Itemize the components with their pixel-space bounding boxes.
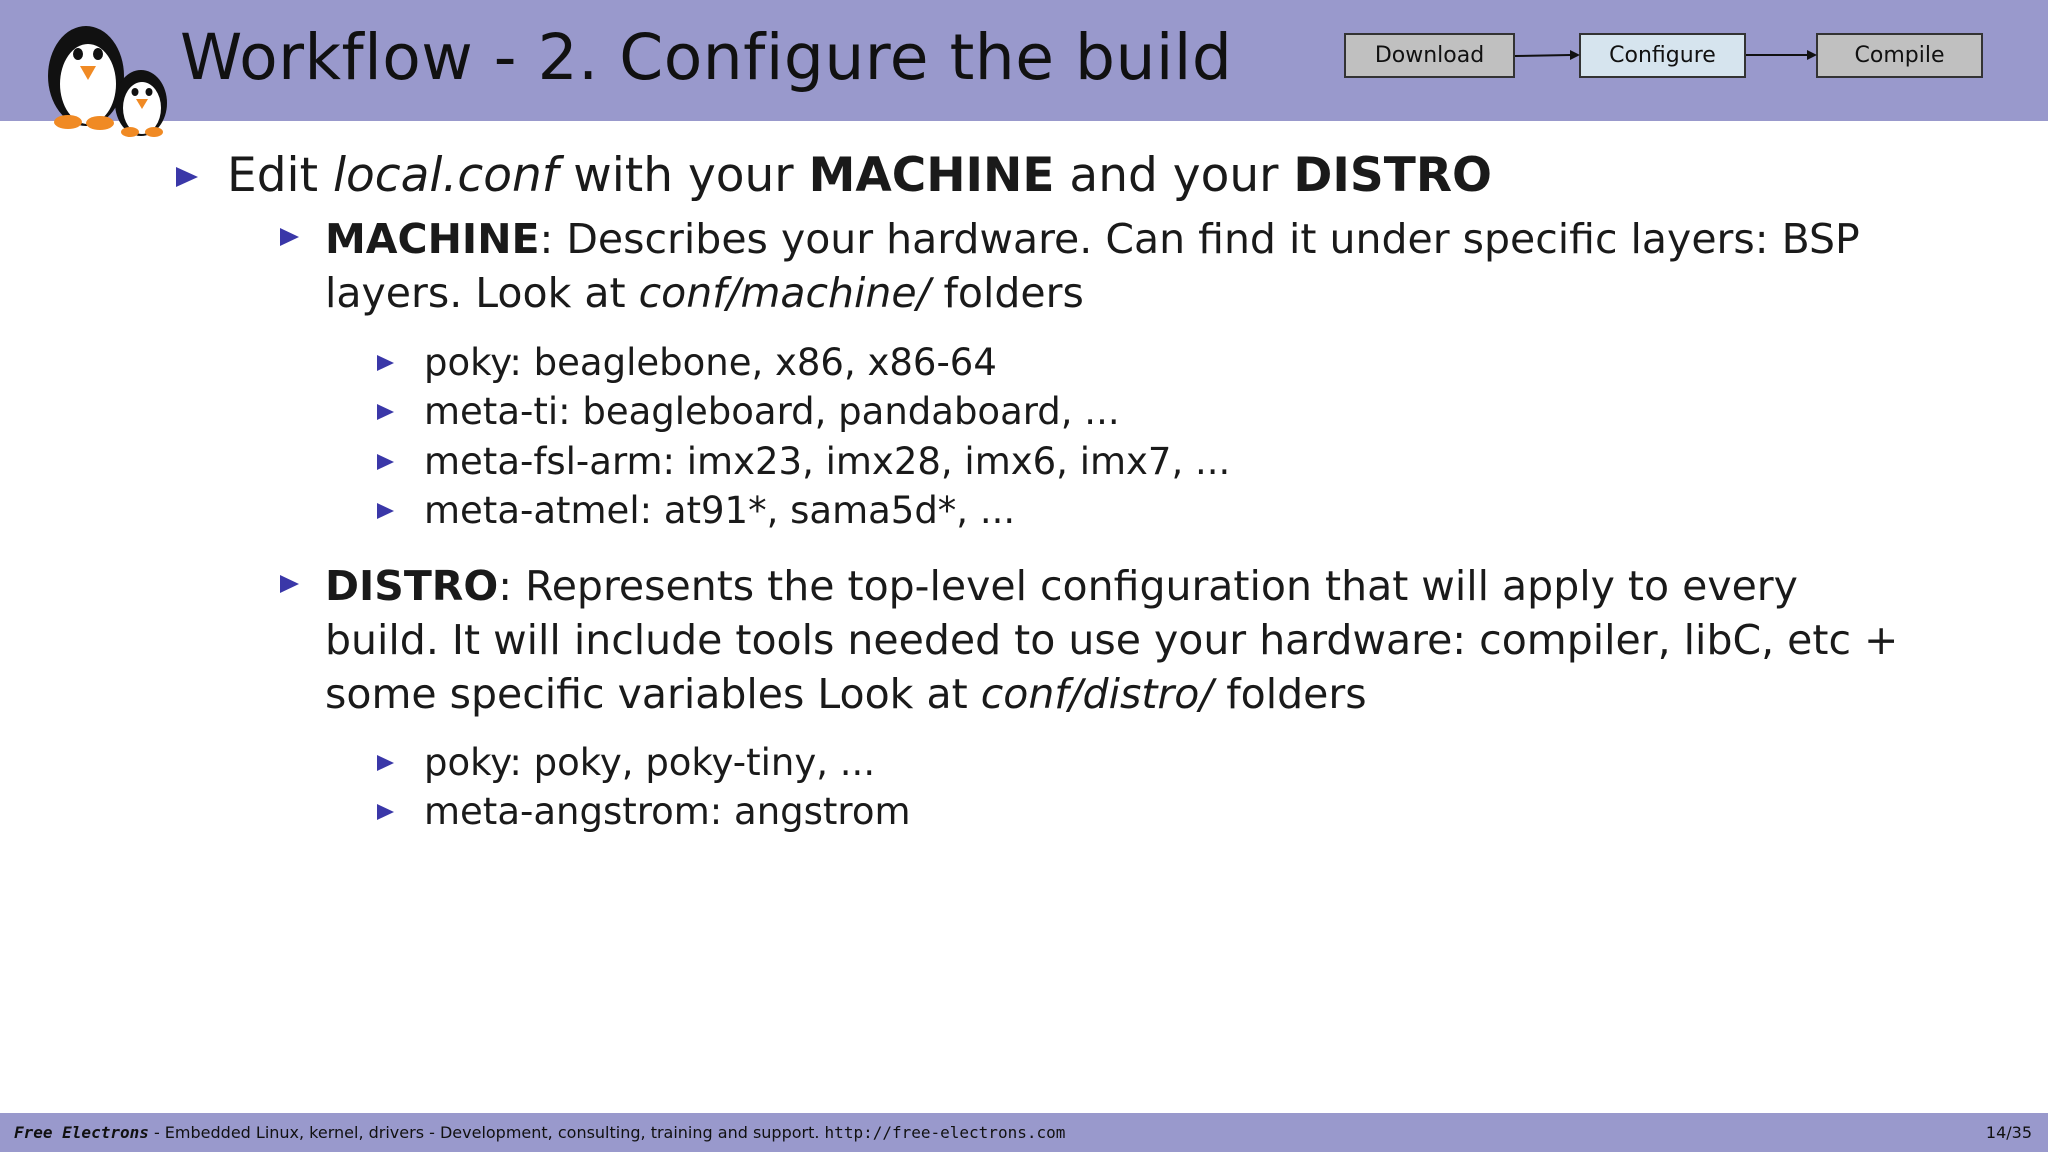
machine-description: MACHINE: Describes your hardware. Can fi… bbox=[325, 212, 1925, 320]
machine-desc-text: : Describes your hardware. Can find it u… bbox=[325, 215, 1860, 317]
bullet-icon bbox=[280, 228, 299, 246]
bullet-text-pre: Edit bbox=[227, 148, 333, 203]
bullet-icon bbox=[377, 804, 394, 820]
workflow-step-download: Download bbox=[1344, 33, 1515, 78]
machine-keyword: MACHINE bbox=[808, 148, 1055, 203]
footer-brand: Free Electrons bbox=[14, 1123, 149, 1142]
machine-term: MACHINE bbox=[325, 215, 540, 263]
distro-item: poky: poky, poky-tiny, ... bbox=[424, 741, 876, 784]
workflow-step-compile: Compile bbox=[1816, 33, 1983, 78]
distro-desc-post: folders bbox=[1213, 670, 1367, 718]
footer-url[interactable]: http://free-electrons.com bbox=[825, 1123, 1066, 1142]
penguins-logo bbox=[48, 26, 167, 137]
footer-text: Free Electrons - Embedded Linux, kernel,… bbox=[14, 1113, 1065, 1152]
bullet-icon bbox=[377, 355, 394, 371]
bullet-icon bbox=[377, 454, 394, 470]
distro-term: DISTRO bbox=[325, 562, 499, 610]
bullet-icon bbox=[176, 167, 198, 187]
footer-tagline: - Embedded Linux, kernel, drivers - Deve… bbox=[148, 1123, 825, 1142]
slide-header: Workflow - 2. Configure the build Downlo… bbox=[0, 0, 2048, 137]
workflow-step-configure: Configure bbox=[1579, 33, 1746, 78]
machine-item: meta-atmel: at91*, sama5d*, ... bbox=[424, 489, 1016, 532]
distro-description: DISTRO: Represents the top-level configu… bbox=[325, 559, 1905, 721]
machine-desc-post: folders bbox=[930, 269, 1084, 317]
machine-folder: conf/machine/ bbox=[638, 269, 931, 317]
slide-title: Workflow - 2. Configure the build bbox=[180, 21, 1233, 94]
distro-folder: conf/distro/ bbox=[980, 670, 1214, 718]
bullet-icon bbox=[377, 503, 394, 519]
bullet-icon bbox=[377, 404, 394, 420]
distro-item: meta-angstrom: angstrom bbox=[424, 790, 911, 833]
bullet-text-and: and your bbox=[1054, 148, 1294, 203]
bullet-icon bbox=[280, 575, 299, 593]
bullet-icon bbox=[377, 755, 394, 771]
bullet-text-mid: with your bbox=[558, 148, 809, 203]
machine-item: poky: beaglebone, x86, x86-64 bbox=[424, 341, 997, 384]
machine-item: meta-ti: beagleboard, pandaboard, ... bbox=[424, 390, 1120, 433]
main-bullet-text: Edit local.conf with your MACHINE and yo… bbox=[227, 149, 1492, 203]
distro-keyword: DISTRO bbox=[1293, 148, 1492, 203]
machine-item: meta-fsl-arm: imx23, imx28, imx6, imx7, … bbox=[424, 440, 1231, 483]
local-conf-file: local.conf bbox=[332, 148, 559, 203]
page-number: 14/35 bbox=[1985, 1123, 2032, 1142]
slide-footer: Free Electrons - Embedded Linux, kernel,… bbox=[0, 1113, 2048, 1152]
